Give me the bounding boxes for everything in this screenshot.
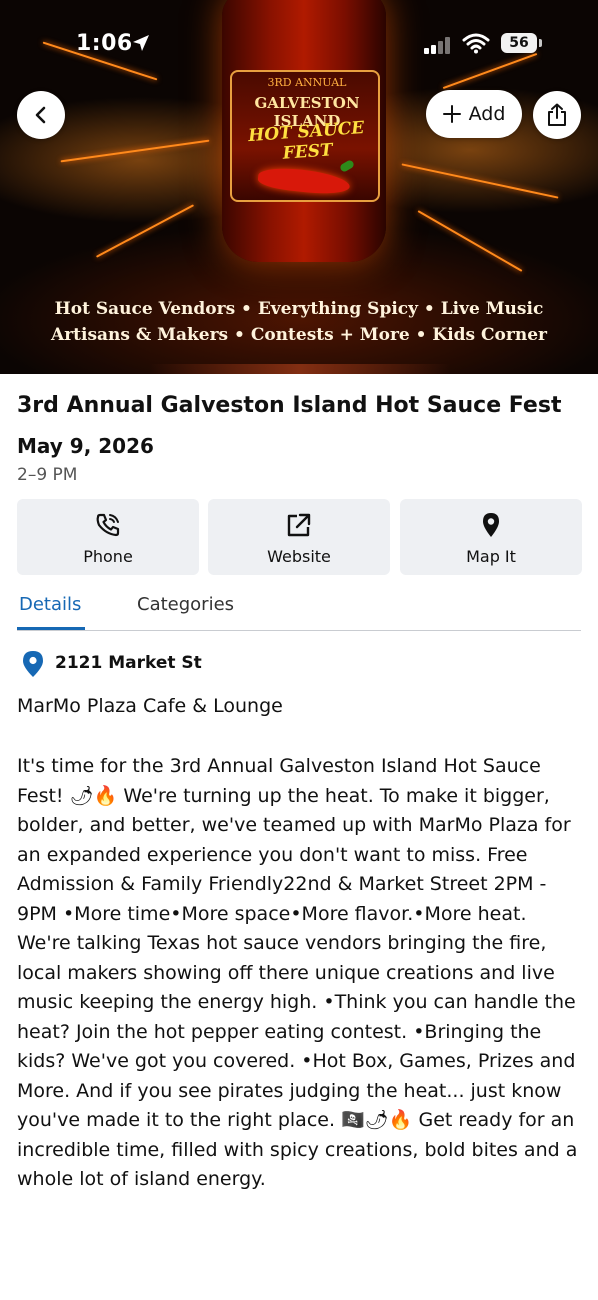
hero-tagline-2: Artisans & Makers • Contests + More • Ki… — [51, 325, 547, 345]
event-venue: MarMo Plaza Cafe & Lounge — [17, 695, 283, 717]
back-button[interactable] — [17, 91, 65, 139]
cellular-signal-icon — [424, 36, 454, 54]
event-time: 2–9 PM — [17, 465, 78, 485]
tab-categories[interactable]: Categories — [137, 594, 234, 615]
tab-divider — [17, 630, 581, 631]
location-pin-icon — [23, 651, 43, 677]
add-button[interactable]: Add — [426, 90, 522, 138]
wifi-icon — [462, 33, 490, 54]
phone-button[interactable]: Phone — [17, 499, 199, 575]
event-description: It's time for the 3rd Annual Galveston I… — [17, 755, 578, 1190]
map-it-button-label: Map It — [466, 547, 516, 566]
share-icon — [548, 103, 566, 126]
event-hero-image: 3RD ANNUAL GALVESTON ISLAND HOT SAUCE FE… — [0, 0, 598, 374]
tab-details[interactable]: Details — [19, 594, 81, 615]
event-title: 3rd Annual Galveston Island Hot Sauce Fe… — [17, 393, 562, 418]
add-button-label: Add — [468, 103, 506, 125]
battery-tip — [539, 39, 542, 47]
label-annual: 3RD ANNUAL — [267, 76, 347, 89]
share-button[interactable] — [533, 91, 581, 139]
website-button[interactable]: Website — [208, 499, 390, 575]
plus-icon — [442, 105, 461, 123]
hero-bottom-strip — [150, 364, 450, 374]
map-it-button[interactable]: Map It — [400, 499, 582, 575]
event-address[interactable]: 2121 Market St — [55, 653, 202, 673]
hero-tagline-1: Hot Sauce Vendors • Everything Spicy • L… — [54, 299, 544, 319]
event-date: May 9, 2026 — [17, 434, 154, 458]
battery-indicator: 56 — [501, 33, 537, 53]
phone-icon — [96, 513, 120, 537]
location-arrow-icon — [133, 35, 149, 51]
map-pin-icon — [483, 513, 499, 537]
chevron-left-icon — [35, 106, 46, 124]
phone-button-label: Phone — [83, 547, 133, 566]
status-time: 1:06 — [76, 31, 133, 56]
website-button-label: Website — [267, 547, 331, 566]
external-link-icon — [287, 513, 311, 537]
